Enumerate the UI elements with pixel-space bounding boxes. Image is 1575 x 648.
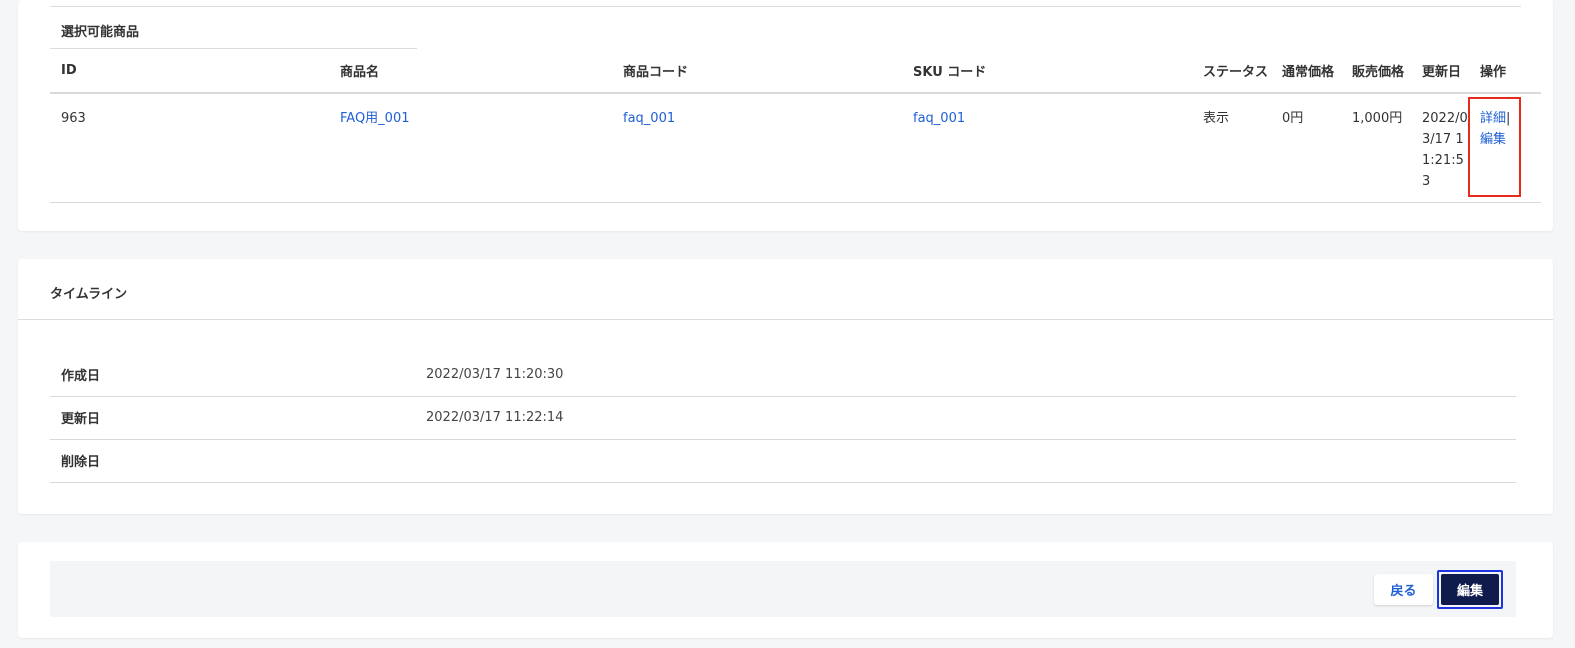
timeline-value: 2022/03/17 11:20:30 bbox=[426, 353, 1516, 397]
cell-updated: 2022/03/17 11:21:53 bbox=[1411, 93, 1469, 203]
timeline-value: 2022/03/17 11:22:14 bbox=[426, 396, 1516, 440]
cell-regular-price: 0円 bbox=[1271, 93, 1341, 203]
link-separator: | bbox=[1506, 111, 1511, 126]
detail-link[interactable]: 詳細 bbox=[1480, 111, 1506, 126]
timeline-label: 削除日 bbox=[50, 439, 426, 483]
actions-card: 戻る 編集 bbox=[18, 542, 1553, 638]
timeline-title: タイムライン bbox=[18, 259, 1553, 320]
column-header-regular-price: 通常価格 bbox=[1271, 49, 1341, 94]
table-row: 963 FAQ用_001 faq_001 faq_001 表示 0円 1,000… bbox=[50, 93, 1541, 203]
column-header-status: ステータス bbox=[1192, 49, 1271, 94]
timeline-card: タイムライン 作成日 2022/03/17 11:20:30 更新日 2022/… bbox=[18, 259, 1553, 514]
edit-button-highlight-box: 編集 bbox=[1437, 570, 1503, 609]
edit-link[interactable]: 編集 bbox=[1480, 132, 1506, 147]
action-bar: 戻る 編集 bbox=[50, 561, 1516, 617]
back-button[interactable]: 戻る bbox=[1374, 574, 1433, 605]
cell-operations: 詳細| 編集 bbox=[1468, 93, 1541, 203]
product-code-link[interactable]: faq_001 bbox=[623, 111, 675, 126]
table-header-row: ID 商品名 商品コード SKU コード ステータス 通常価格 販売価格 更新日… bbox=[50, 49, 1541, 94]
column-header-name: 商品名 bbox=[329, 49, 612, 94]
cell-id: 963 bbox=[50, 93, 329, 203]
timeline-label: 更新日 bbox=[50, 396, 426, 440]
column-header-code: 商品コード bbox=[612, 49, 902, 94]
column-header-id: ID bbox=[50, 49, 329, 94]
cell-sale-price: 1,000円 bbox=[1341, 93, 1411, 203]
column-header-sku: SKU コード bbox=[902, 49, 1192, 94]
column-header-updated: 更新日 bbox=[1411, 49, 1469, 94]
timeline-row-updated: 更新日 2022/03/17 11:22:14 bbox=[50, 396, 1516, 440]
products-table: ID 商品名 商品コード SKU コード ステータス 通常価格 販売価格 更新日… bbox=[50, 49, 1541, 203]
sku-code-link[interactable]: faq_001 bbox=[913, 111, 965, 126]
edit-button[interactable]: 編集 bbox=[1441, 574, 1499, 605]
selectable-products-card: 選択可能商品 ID 商品名 商品コード SKU コード ステータス 通常価格 販… bbox=[18, 0, 1553, 231]
timeline-row-deleted: 削除日 bbox=[50, 439, 1516, 483]
timeline-row-created: 作成日 2022/03/17 11:20:30 bbox=[50, 353, 1516, 397]
timeline-label: 作成日 bbox=[50, 353, 426, 397]
column-header-sale-price: 販売価格 bbox=[1341, 49, 1411, 94]
column-header-operations: 操作 bbox=[1469, 49, 1541, 94]
product-name-link[interactable]: FAQ用_001 bbox=[340, 111, 410, 126]
section-tab-selectable-products[interactable]: 選択可能商品 bbox=[50, 7, 417, 49]
timeline-table: 作成日 2022/03/17 11:20:30 更新日 2022/03/17 1… bbox=[50, 353, 1516, 483]
cell-status: 表示 bbox=[1192, 93, 1271, 203]
timeline-value bbox=[426, 439, 1516, 483]
